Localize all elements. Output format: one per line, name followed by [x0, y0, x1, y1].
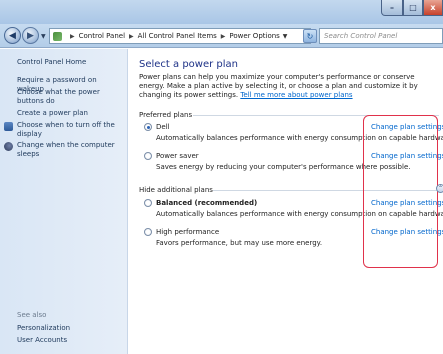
navigation-bar: ◀ ▶ ▼ ▶ Control Panel ▶ All Control Pane…	[0, 24, 443, 48]
forward-button[interactable]: ▶	[22, 27, 39, 44]
user-accounts-link[interactable]: User Accounts	[17, 336, 67, 344]
recent-pages-dropdown-icon[interactable]: ▼	[41, 33, 46, 40]
search-input[interactable]: Search Control Panel	[319, 28, 443, 44]
breadcrumb-separator-icon[interactable]: ▶	[221, 33, 226, 40]
plan-dell-radio[interactable]	[144, 123, 152, 131]
plan-balanced-radio[interactable]	[144, 199, 152, 207]
personalization-link[interactable]: Personalization	[17, 324, 70, 332]
window-controls: – □ x	[381, 0, 443, 16]
intro-text: Power plans can help you maximize your c…	[139, 73, 439, 100]
breadcrumb-control-panel[interactable]: Control Panel	[79, 32, 125, 40]
breadcrumb-separator-icon[interactable]: ▶	[129, 33, 134, 40]
minimize-button[interactable]: –	[381, 0, 403, 16]
see-also-heading: See also	[17, 311, 47, 319]
power-buttons-link[interactable]: Choose what the power buttons do	[17, 88, 125, 106]
refresh-icon: ↻	[306, 31, 314, 41]
title-bar: – □ x	[0, 0, 443, 24]
plan-high-performance-radio[interactable]	[144, 228, 152, 236]
preferred-plans-label: Preferred plans	[139, 111, 193, 119]
hide-additional-plans-label[interactable]: Hide additional plans	[139, 186, 213, 194]
address-dropdown-icon[interactable]: ▼	[280, 29, 290, 43]
main-content: Select a power plan Power plans can help…	[129, 49, 443, 354]
plan-power-saver-name[interactable]: Power saver	[156, 152, 199, 160]
control-panel-icon	[53, 31, 62, 41]
control-panel-home-link[interactable]: Control Panel Home	[17, 58, 86, 66]
breadcrumb-power-options[interactable]: Power Options	[229, 32, 279, 40]
refresh-button[interactable]: ↻	[303, 29, 317, 43]
plan-high-performance-name[interactable]: High performance	[156, 228, 219, 236]
sleep-icon	[4, 142, 13, 151]
close-button[interactable]: x	[423, 0, 443, 16]
plan-balanced-name[interactable]: Balanced (recommended)	[156, 199, 257, 207]
create-power-plan-link[interactable]: Create a power plan	[17, 109, 125, 118]
power-options-window: – □ x ◀ ▶ ▼ ▶ Control Panel ▶ All Contro…	[0, 0, 443, 354]
display-icon	[4, 122, 13, 131]
plan-power-saver-radio[interactable]	[144, 152, 152, 160]
collapse-chevron-icon[interactable]: ⌃	[436, 184, 443, 193]
page-title: Select a power plan	[139, 59, 239, 70]
breadcrumb-separator-icon[interactable]: ▶	[70, 33, 75, 40]
plan-high-performance-description: Favors performance, but may use more ene…	[156, 239, 323, 247]
maximize-button[interactable]: □	[403, 0, 423, 16]
breadcrumb-all-items[interactable]: All Control Panel Items	[138, 32, 217, 40]
computer-sleeps-link[interactable]: Change when the computer sleeps	[17, 141, 125, 159]
back-button[interactable]: ◀	[4, 27, 21, 44]
plan-dell-name[interactable]: Dell	[156, 123, 170, 131]
tell-me-more-link[interactable]: Tell me more about power plans	[240, 91, 352, 99]
task-pane: Control Panel Home Require a password on…	[0, 49, 128, 354]
address-bar[interactable]: ▶ Control Panel ▶ All Control Panel Item…	[49, 28, 311, 44]
turn-off-display-link[interactable]: Choose when to turn off the display	[17, 121, 125, 139]
back-arrow-icon: ◀	[9, 30, 16, 41]
forward-arrow-icon: ▶	[27, 30, 34, 41]
highlight-annotation	[363, 115, 438, 268]
